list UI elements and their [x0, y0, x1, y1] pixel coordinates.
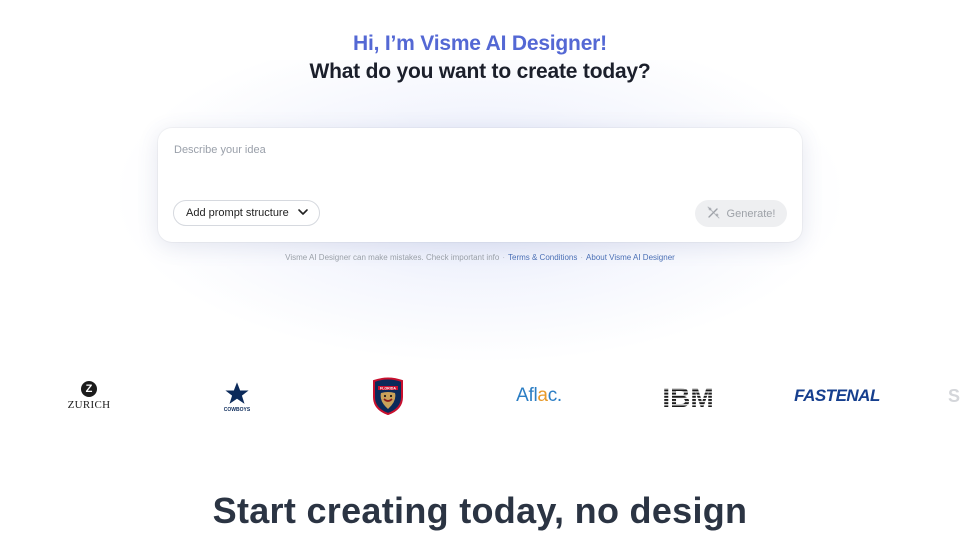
- zurich-wordmark: ZURICH: [67, 399, 111, 411]
- star-icon: [222, 379, 252, 406]
- panthers-wordmark: FLORIDA: [380, 386, 396, 390]
- cowboys-logo: COWBOYS: [217, 374, 257, 418]
- hero-title: Hi, I’m Visme AI Designer!: [353, 32, 607, 55]
- generate-button[interactable]: Generate!: [695, 200, 787, 227]
- hero-subtitle: What do you want to create today?: [309, 60, 651, 83]
- fastenal-wordmark: FASTENAL: [794, 386, 880, 405]
- separator: ·: [580, 253, 584, 262]
- add-prompt-structure-button[interactable]: Add prompt structure: [173, 200, 320, 226]
- fastenal-logo: FASTENAL: [790, 374, 884, 418]
- about-link[interactable]: About Visme AI Designer: [586, 253, 675, 262]
- magic-wand-icon: [707, 206, 720, 222]
- disclaimer: Visme AI Designer can make mistakes. Che…: [0, 253, 960, 262]
- ibm-striped-icon: IBM: [662, 383, 713, 409]
- partial-wordmark: S: [947, 385, 960, 406]
- chevron-down-icon: [297, 206, 309, 221]
- aflac-wordmark: Aflac.: [516, 385, 562, 407]
- terms-link[interactable]: Terms & Conditions: [508, 253, 577, 262]
- florida-panthers-logo: FLORIDA: [368, 374, 408, 418]
- aflac-part-2: a: [537, 385, 548, 406]
- aflac-part-1: Afl: [516, 385, 538, 406]
- ibm-wordmark: IBM: [662, 383, 713, 409]
- ibm-logo: IBM: [652, 374, 724, 418]
- cowboys-wordmark: COWBOYS: [223, 406, 251, 413]
- separator: ·: [502, 253, 505, 262]
- section-heading: Start creating today, no design: [212, 490, 748, 531]
- zurich-logo: Z ZURICH: [60, 374, 118, 418]
- aflac-logo: Aflac.: [508, 374, 570, 418]
- idea-input[interactable]: [172, 142, 776, 186]
- partial-logo: S: [944, 374, 960, 418]
- disclaimer-text: Visme AI Designer can make mistakes. Che…: [285, 253, 500, 262]
- zurich-emblem-icon: Z: [81, 381, 97, 397]
- generate-label: Generate!: [726, 207, 776, 220]
- add-prompt-structure-label: Add prompt structure: [186, 207, 289, 219]
- panther-shield-icon: FLORIDA: [373, 377, 403, 415]
- prompt-card: Add prompt structure Generate!: [158, 128, 802, 242]
- aflac-part-3: c.: [547, 385, 562, 406]
